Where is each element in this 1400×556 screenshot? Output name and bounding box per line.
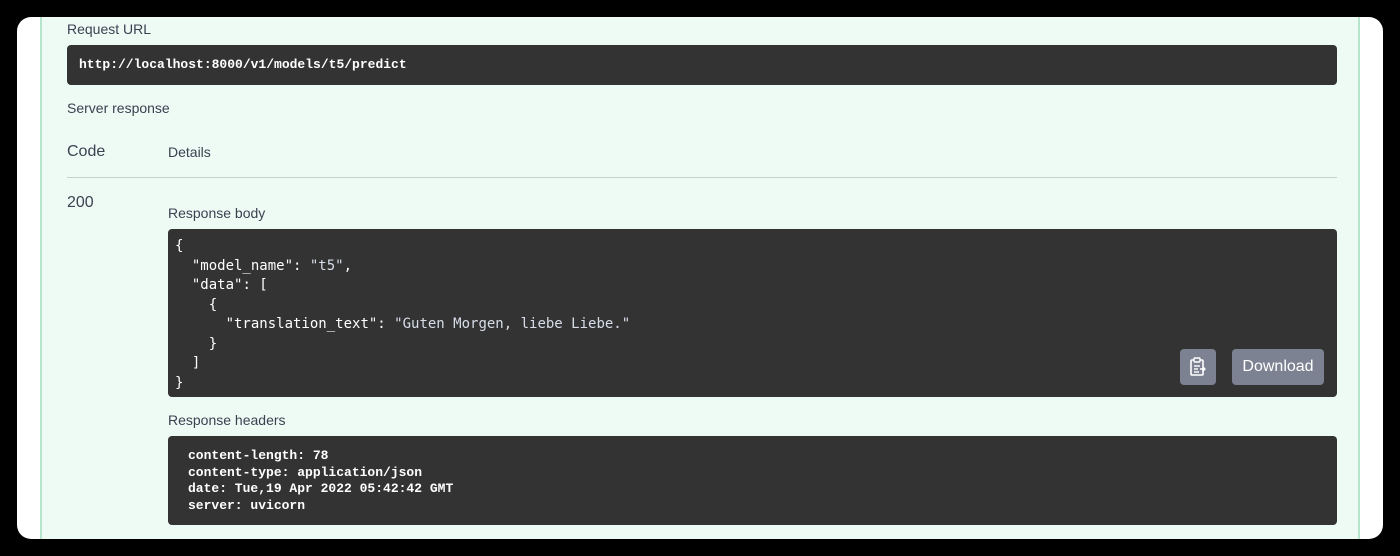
- json-punctuation: :: [377, 316, 395, 332]
- json-punctuation: {: [208, 296, 218, 313]
- request-url-box: http://localhost:8000/v1/models/t5/predi…: [67, 45, 1337, 85]
- json-punctuation: }: [175, 374, 184, 391]
- json-punctuation: :: [293, 257, 310, 274]
- response-headers-box: content-length: 78 content-type: applicat…: [168, 436, 1337, 525]
- response-headers-label: Response headers: [168, 412, 286, 428]
- details-column-header: Details: [168, 144, 211, 160]
- status-code: 200: [67, 194, 94, 211]
- json-line: }: [175, 335, 1330, 355]
- json-line: ]: [175, 354, 1330, 374]
- response-header-line: content-type: application/json: [188, 464, 423, 480]
- json-punctuation: : [: [242, 277, 268, 293]
- download-button[interactable]: Download: [1232, 349, 1324, 385]
- json-key: "translation_text": [225, 316, 378, 332]
- copy-to-clipboard-button[interactable]: [1180, 349, 1216, 385]
- json-line: "translation_text": "Guten Morgen, liebe…: [175, 315, 1330, 335]
- app-window: Request URL http://localhost:8000/v1/mod…: [17, 17, 1383, 539]
- response-header-line: date: Tue,19 Apr 2022 05:42:42 GMT: [188, 481, 454, 496]
- server-response-label: Server response: [67, 100, 170, 116]
- json-key: "model_name": [191, 257, 294, 274]
- json-line: "data": [: [175, 276, 1330, 296]
- request-url-value[interactable]: http://localhost:8000/v1/models/t5/predi…: [79, 57, 407, 72]
- json-string-value: "Guten Morgen, liebe Liebe.": [394, 316, 631, 332]
- json-punctuation: ]: [191, 355, 201, 371]
- response-body-code: { "model_name": "t5", "data": [ { "trans…: [175, 237, 1330, 393]
- code-column-header: Code: [67, 143, 106, 160]
- response-body-box[interactable]: { "model_name": "t5", "data": [ { "trans…: [168, 229, 1337, 397]
- json-line: }: [175, 374, 1330, 394]
- json-line: {: [175, 237, 1330, 257]
- response-header-line: content-length: 78: [188, 448, 329, 463]
- clipboard-icon: [1190, 357, 1206, 376]
- json-line: "model_name": "t5",: [175, 257, 1330, 277]
- json-key: "data": [191, 277, 243, 293]
- request-url-label: Request URL: [67, 21, 152, 37]
- json-punctuation: {: [175, 238, 184, 254]
- response-headers-code: content-length: 78 content-type: applicat…: [188, 448, 1317, 514]
- json-punctuation: ,: [343, 257, 353, 274]
- table-divider: [67, 177, 1337, 178]
- response-header-line: server: uvicorn: [188, 497, 306, 513]
- json-punctuation: }: [208, 335, 218, 352]
- json-line: {: [175, 296, 1330, 316]
- response-panel: Request URL http://localhost:8000/v1/mod…: [40, 17, 1360, 539]
- response-body-label: Response body: [168, 205, 266, 221]
- json-string-value: "t5": [309, 257, 344, 274]
